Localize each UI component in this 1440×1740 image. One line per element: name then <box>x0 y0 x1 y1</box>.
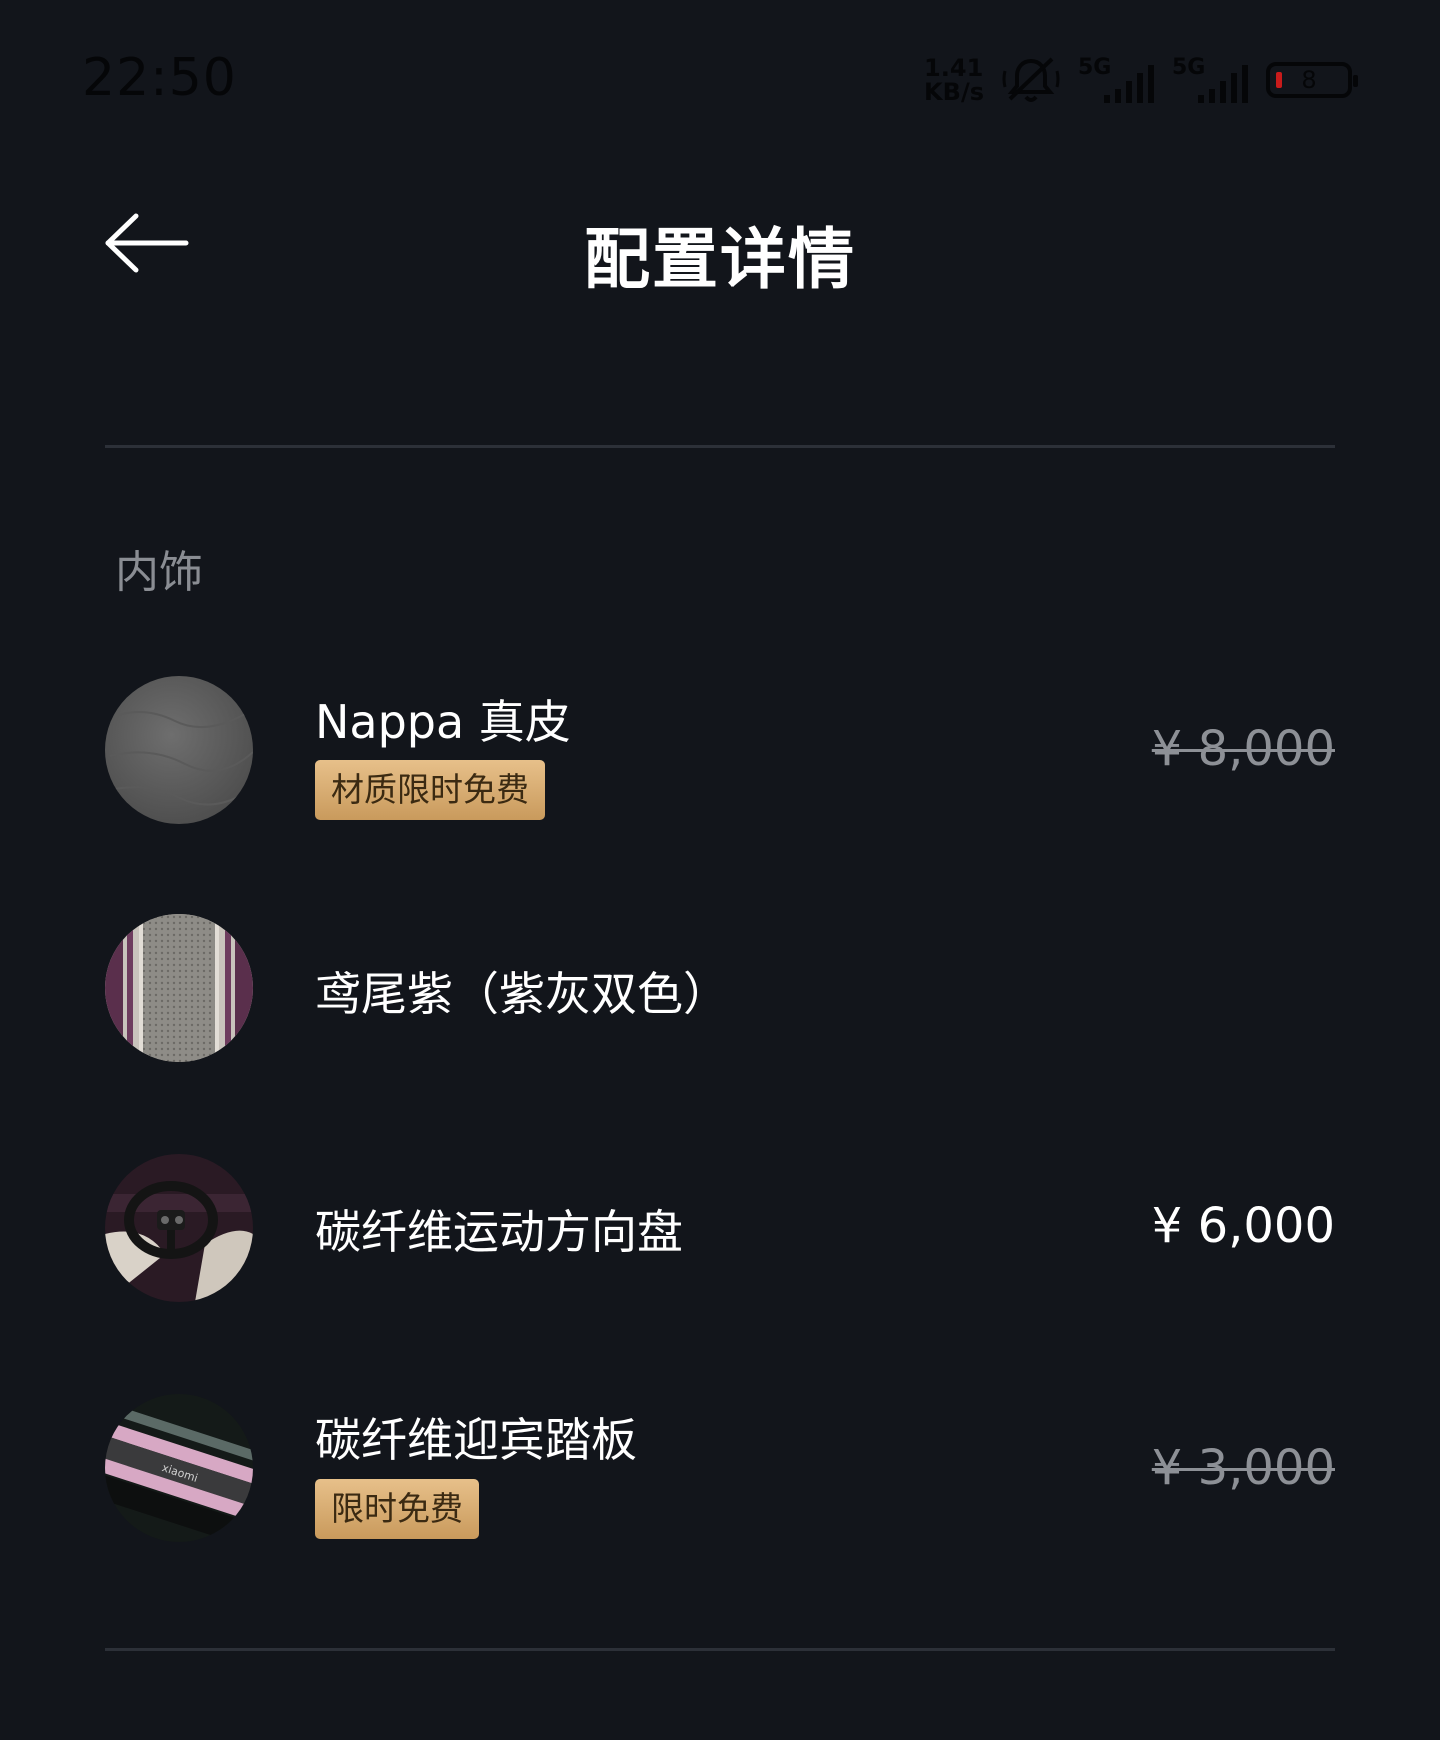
top-divider <box>105 445 1335 448</box>
page-title: 配置详情 <box>584 221 856 298</box>
bottom-divider <box>105 1648 1335 1651</box>
mute-bell-icon <box>1002 57 1060 102</box>
item-price: ¥ 6,000 <box>1151 1198 1335 1254</box>
config-item-iris-purple: 鸢尾紫（紫灰双色） <box>105 914 1335 1064</box>
steering-wheel-photo-thumbnail <box>105 1154 253 1302</box>
sim2-signal-icon: 5G <box>1172 55 1248 105</box>
door-sill-plate-photo-thumbnail: xiaomi <box>105 1394 253 1542</box>
sim1-signal-icon: 5G <box>1078 55 1154 105</box>
promo-badge: 材质限时免费 <box>315 760 545 820</box>
item-name: 鸢尾紫（紫灰双色） <box>315 967 729 1021</box>
item-name: 碳纤维运动方向盘 <box>315 1205 683 1259</box>
promo-badge: 限时免费 <box>315 1479 479 1539</box>
battery-level-fill <box>1276 72 1282 88</box>
network-speed-value: 1.41 <box>924 54 984 82</box>
battery-icon: 8 <box>1266 62 1358 98</box>
sim2-bars <box>1198 65 1248 103</box>
network-speed-unit: KB/s <box>924 78 984 106</box>
status-time: 22:50 <box>82 48 237 108</box>
config-item-steering-wheel: 碳纤维运动方向盘 ¥ 6,000 <box>105 1154 1335 1304</box>
sim1-bars <box>1104 65 1154 103</box>
gray-leather-swatch-thumbnail <box>105 676 253 824</box>
item-name: 碳纤维迎宾踏板 <box>315 1413 637 1467</box>
item-name: Nappa 真皮 <box>315 695 571 749</box>
purple-gray-seat-swatch-thumbnail <box>105 914 253 1062</box>
status-icons: 1.41 KB/s 5G 5G 8 <box>924 52 1358 108</box>
battery-level-text: 8 <box>1301 66 1317 94</box>
item-price-original: ¥ 3,000 <box>1151 1440 1335 1496</box>
config-item-door-sill: xiaomi 碳纤维迎宾踏板 限时免费 ¥ 3,000 <box>105 1394 1335 1544</box>
network-speed: 1.41 KB/s <box>924 56 984 104</box>
config-item-nappa: Nappa 真皮 材质限时免费 ¥ 8,000 <box>105 676 1335 826</box>
item-price-original: ¥ 8,000 <box>1151 721 1335 777</box>
status-bar: 22:50 1.41 KB/s 5G 5G 8 <box>0 0 1440 160</box>
page-header: 配置详情 <box>0 180 1440 310</box>
section-title-interior: 内饰 <box>115 547 203 598</box>
